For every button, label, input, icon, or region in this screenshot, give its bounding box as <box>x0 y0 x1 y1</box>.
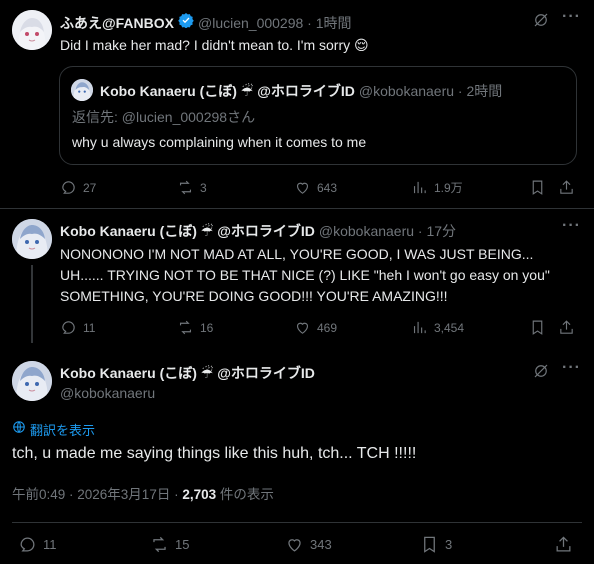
repost-button[interactable]: 16 <box>177 319 213 336</box>
bookmark-count: 3 <box>445 537 453 552</box>
repost-button[interactable]: 3 <box>177 179 207 196</box>
more-options-icon[interactable]: ··· <box>562 217 581 235</box>
thread-line <box>31 265 33 343</box>
tweet-2-header: Kobo Kanaeru (こぼ) ☔ @ホロライブID @kobokanaer… <box>60 221 456 241</box>
tweet-meta: 午前0:49 · 2026年3月17日 · 2,703 件の表示 <box>12 483 274 503</box>
like-count: 469 <box>317 320 338 335</box>
like-count: 643 <box>317 180 338 195</box>
verified-badge-icon <box>178 12 194 33</box>
more-options-icon[interactable]: ··· <box>562 8 581 26</box>
tweet-text: tch, u made me saying things like this h… <box>12 445 417 462</box>
handle-time[interactable]: @lucien_000298 · 1時間 <box>198 13 352 33</box>
display-name[interactable]: Kobo Kanaeru (こぼ) ☔ @ホロライブID <box>60 363 315 383</box>
reply-button[interactable]: 11 <box>18 535 57 554</box>
like-button[interactable]: 343 <box>285 535 332 554</box>
like-button[interactable]: 643 <box>294 179 337 196</box>
translate-link[interactable]: 翻訳を表示 <box>12 420 95 439</box>
views-button[interactable]: 3,454 <box>411 319 464 336</box>
tweet-1[interactable]: ふあえ@FANBOX @lucien_000298 · 1時間 ··· Did … <box>0 0 594 210</box>
handle-time[interactable]: @kobokanaeru · 17分 <box>319 221 456 241</box>
quote-reply-to: 返信先: @lucien_000298さん <box>72 109 256 125</box>
reply-button[interactable]: 11 <box>60 319 95 336</box>
share-button[interactable] <box>558 179 575 196</box>
quote-handle-time[interactable]: @kobokanaeru · 2時間 <box>359 81 502 101</box>
bookmark-button[interactable] <box>529 179 546 196</box>
views-label: 件の表示 <box>216 487 274 502</box>
grok-icon[interactable] <box>532 362 550 385</box>
quote-text: why u always complaining when it comes t… <box>72 134 367 150</box>
display-name[interactable]: Kobo Kanaeru (こぼ) ☔ @ホロライブID <box>60 221 315 241</box>
grok-icon[interactable] <box>532 11 550 34</box>
views-count: 2,703 <box>182 487 217 502</box>
tweet-text-line: UH...... TRYING NOT TO BE THAT NICE (?) … <box>60 267 550 283</box>
share-button[interactable] <box>558 319 575 336</box>
tweet-2[interactable]: Kobo Kanaeru (こぼ) ☔ @ホロライブID @kobokanaer… <box>0 209 594 345</box>
reply-count: 11 <box>83 320 96 335</box>
quote-display-name[interactable]: Kobo Kanaeru (こぼ) ☔ @ホロライブID <box>100 81 355 101</box>
like-button[interactable]: 469 <box>294 319 337 336</box>
timestamp[interactable]: 午前0:49 · 2026年3月17日 · <box>12 487 182 502</box>
quote-header: Kobo Kanaeru (こぼ) ☔ @ホロライブID @kobokanaer… <box>100 81 502 101</box>
tweet-text: NONONONO I'M NOT MAD AT ALL, YOU'RE GOOD… <box>60 244 585 307</box>
tweet-text-line: SOMETHING, YOU'RE DOING GOOD!!! YOU'RE A… <box>60 288 448 304</box>
avatar-fuae[interactable] <box>12 10 52 50</box>
repost-count: 3 <box>200 180 207 195</box>
translate-icon <box>12 420 26 439</box>
handle[interactable]: @kobokanaeru <box>60 385 155 401</box>
reply-count: 27 <box>83 180 97 195</box>
bookmark-button[interactable]: 3 <box>420 535 452 554</box>
translate-label: 翻訳を表示 <box>30 423 96 438</box>
tweet-1-header: ふあえ@FANBOX @lucien_000298 · 1時間 <box>60 12 352 33</box>
reply-count: 11 <box>43 537 57 552</box>
repost-count: 16 <box>200 320 214 335</box>
quoted-tweet[interactable]: Kobo Kanaeru (こぼ) ☔ @ホロライブID @kobokanaer… <box>59 66 577 165</box>
views-count: 1.9万 <box>434 181 463 195</box>
views-count: 3,454 <box>434 320 465 335</box>
repost-count: 15 <box>175 537 190 552</box>
like-count: 343 <box>310 537 332 552</box>
share-button[interactable] <box>554 535 573 554</box>
avatar-kobo[interactable] <box>12 361 52 401</box>
more-options-icon[interactable]: ··· <box>562 359 581 377</box>
bookmark-button[interactable] <box>529 319 546 336</box>
repost-button[interactable]: 15 <box>150 535 189 554</box>
divider <box>12 522 582 523</box>
views-button[interactable]: 1.9万 <box>411 179 463 196</box>
tweet-text-line: NONONONO I'M NOT MAD AT ALL, YOU'RE GOOD… <box>60 246 534 262</box>
display-name[interactable]: ふあえ@FANBOX <box>60 13 174 33</box>
reply-button[interactable]: 27 <box>60 179 96 196</box>
avatar-kobo-small <box>71 79 93 101</box>
tweet-text: Did I make her mad? I didn't mean to. I'… <box>60 37 369 53</box>
tweet-3-focused: Kobo Kanaeru (こぼ) ☔ @ホロライブID @kobokanaer… <box>0 345 594 564</box>
avatar-kobo[interactable] <box>12 219 52 259</box>
